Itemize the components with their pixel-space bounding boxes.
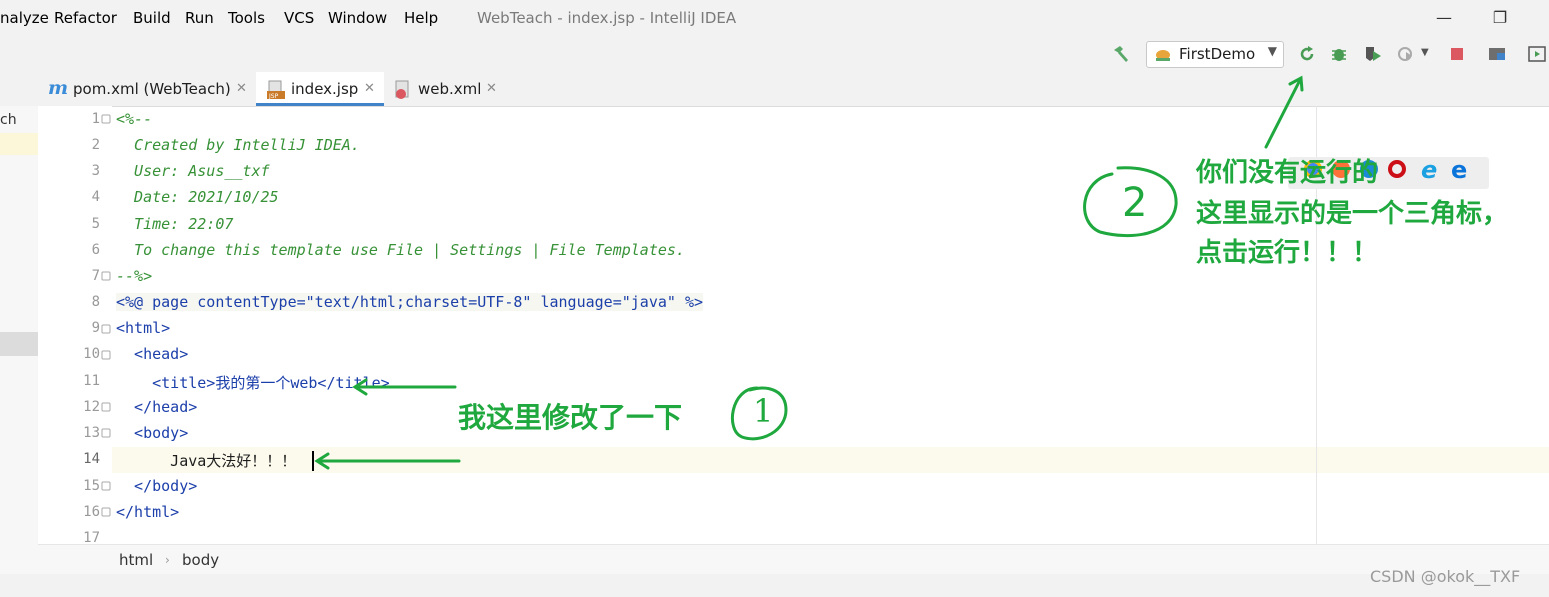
fold-markers xyxy=(101,114,111,517)
toolbar: FirstDemo ▼ ▼ xyxy=(0,36,1549,73)
code-line: </head> xyxy=(116,398,198,416)
annotation-note-2-line2: 这里显示的是一个三角标， xyxy=(1196,199,1509,229)
line-number: 5 xyxy=(91,216,100,232)
code-line: </body> xyxy=(116,477,198,495)
project-panel-label: ch xyxy=(0,112,17,128)
line-number: 7 xyxy=(91,268,100,284)
menu-vcs[interactable]: VCS xyxy=(284,9,314,27)
annotation-note-2-line1: 你们没有运行的 xyxy=(1196,158,1379,188)
code-line: <head> xyxy=(116,345,189,363)
menu-window[interactable]: Window xyxy=(328,9,387,27)
line-number: 14 xyxy=(83,451,100,467)
project-panel-edge: ch xyxy=(0,106,38,576)
close-icon[interactable]: ✕ xyxy=(364,81,375,96)
code-line: <body> xyxy=(116,424,189,442)
tab-pom-xml[interactable]: m pom.xml (WebTeach) ✕ xyxy=(40,72,254,106)
tab-label: pom.xml (WebTeach) xyxy=(73,80,231,98)
stop-icon[interactable] xyxy=(1447,44,1467,64)
editor-tab-bar: m pom.xml (WebTeach) ✕ JSP index.jsp ✕ w… xyxy=(0,72,1549,107)
breadcrumb-body[interactable]: body xyxy=(182,551,219,569)
menu-refactor[interactable]: Refactor xyxy=(54,9,117,27)
annotation-circle-label-1: 1 xyxy=(753,392,774,430)
run-with-coverage-icon[interactable] xyxy=(1363,44,1383,64)
annotation-circle-label-2: 2 xyxy=(1122,180,1148,226)
build-hammer-icon[interactable] xyxy=(1111,44,1131,64)
profiler-icon[interactable] xyxy=(1396,44,1416,64)
code-line: <%@ page contentType="text/html;charset=… xyxy=(116,293,703,311)
menu-bar: nalyze Refactor Build Run Tools VCS Wind… xyxy=(0,0,1549,36)
line-number: 15 xyxy=(83,478,100,494)
run-config-selector[interactable]: FirstDemo ▼ xyxy=(1146,41,1284,68)
line-number: 12 xyxy=(83,399,100,415)
restore-icon[interactable]: ❐ xyxy=(1488,6,1512,30)
line-number: 10 xyxy=(83,346,100,362)
code-line-current: Java大法好！！！ xyxy=(116,452,297,470)
code-line: To change this template use File | Setti… xyxy=(116,241,685,259)
code-line: Date: 2021/10/25 xyxy=(116,188,279,206)
line-number: 13 xyxy=(83,425,100,441)
line-number: 9 xyxy=(91,320,100,336)
code-line: User: Asus__txf xyxy=(116,162,270,180)
line-number: 8 xyxy=(91,294,100,310)
chevron-down-icon[interactable]: ▼ xyxy=(1421,47,1429,58)
line-number: 1 xyxy=(91,111,100,127)
tab-web-xml[interactable]: web.xml ✕ xyxy=(386,72,506,106)
status-bar xyxy=(0,574,1549,597)
watermark: CSDN @okok__TXF xyxy=(1370,567,1521,586)
line-number: 11 xyxy=(83,373,100,389)
menu-help[interactable]: Help xyxy=(404,9,438,27)
text-cursor xyxy=(312,451,314,471)
maven-icon: m xyxy=(48,77,69,99)
chevron-right-icon: › xyxy=(165,553,170,567)
line-number: 6 xyxy=(91,242,100,258)
menu-build[interactable]: Build xyxy=(133,9,171,27)
xml-file-icon xyxy=(395,80,409,99)
code-line: <%-- xyxy=(116,110,153,128)
code-line: Time: 22:07 xyxy=(116,215,234,233)
edge-icon[interactable]: e xyxy=(1451,156,1467,184)
menu-tools[interactable]: Tools xyxy=(228,9,265,27)
line-number: 2 xyxy=(91,137,100,153)
ie-icon[interactable]: e xyxy=(1421,156,1437,184)
code-line: </html> xyxy=(116,503,180,521)
project-structure-icon[interactable] xyxy=(1487,44,1507,64)
jsp-file-icon: JSP xyxy=(267,80,285,100)
code-line: --%> xyxy=(116,267,153,285)
line-number: 16 xyxy=(83,504,100,520)
annotation-note-1: 我这里修改了一下 xyxy=(458,401,683,434)
debug-icon[interactable] xyxy=(1329,44,1349,64)
opera-icon[interactable] xyxy=(1388,160,1406,178)
menu-analyze[interactable]: nalyze xyxy=(0,9,49,27)
run-anything-icon[interactable] xyxy=(1527,44,1547,64)
code-line: <title>我的第一个web</title> xyxy=(116,374,390,392)
close-icon[interactable]: ✕ xyxy=(486,81,497,96)
breadcrumb: html › body xyxy=(38,544,1549,575)
code-line: <html> xyxy=(116,319,171,337)
tab-index-jsp[interactable]: JSP index.jsp ✕ xyxy=(256,72,384,106)
line-number: 3 xyxy=(91,163,100,179)
chevron-down-icon: ▼ xyxy=(1267,44,1277,58)
run-config-label: FirstDemo xyxy=(1179,45,1256,63)
tomcat-icon xyxy=(1156,50,1170,61)
annotation-note-2-line3: 点击运行！！！ xyxy=(1196,238,1379,268)
window-title: WebTeach - index.jsp - IntelliJ IDEA xyxy=(477,9,737,27)
menu-run[interactable]: Run xyxy=(185,9,214,27)
line-number: 4 xyxy=(91,189,100,205)
minimize-icon[interactable]: — xyxy=(1432,6,1456,30)
tab-label: web.xml xyxy=(418,80,482,98)
breadcrumb-html[interactable]: html xyxy=(119,551,153,569)
svg-text:JSP: JSP xyxy=(268,93,279,100)
tab-label: index.jsp xyxy=(291,80,359,98)
rerun-icon[interactable] xyxy=(1297,44,1317,64)
close-icon[interactable]: ✕ xyxy=(236,81,247,96)
code-line: Created by IntelliJ IDEA. xyxy=(116,136,360,154)
